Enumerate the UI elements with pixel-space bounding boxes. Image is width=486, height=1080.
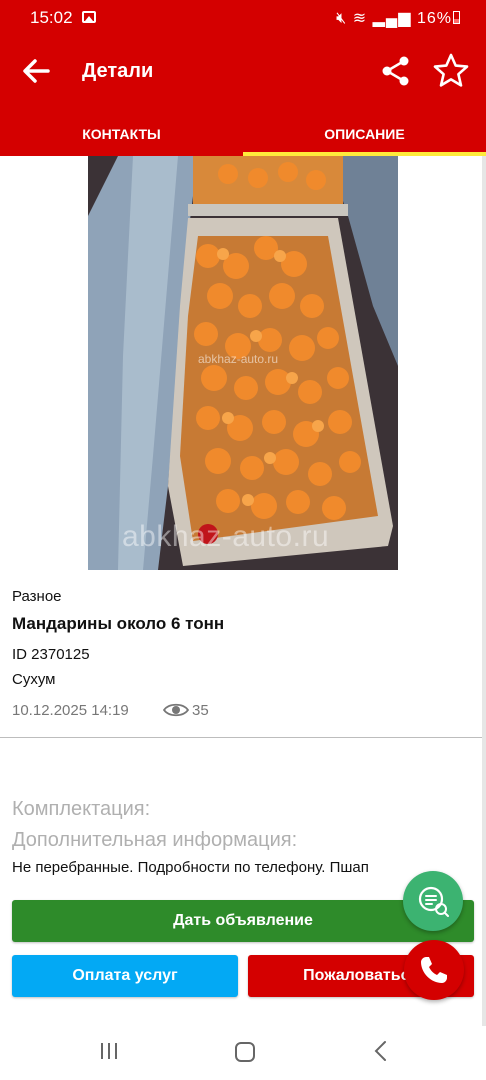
photo-watermark: abkhaz-auto.ru: [122, 520, 330, 553]
arrow-back-icon: [23, 59, 50, 83]
battery-percent: 16%: [416, 10, 452, 27]
chat-icon: [418, 886, 449, 917]
page-title: Детали: [82, 60, 154, 82]
extra-info-label: Дополнительная информация:: [12, 829, 298, 851]
listing-title: Мандарины около 6 тонн: [12, 614, 225, 633]
divider: [0, 737, 484, 738]
share-icon: [382, 56, 409, 86]
battery-icon: [453, 11, 460, 24]
equipment-label: Комплектация:: [12, 798, 151, 820]
home-icon[interactable]: [235, 1042, 255, 1062]
gallery-notification-icon: [82, 11, 96, 23]
listing-photo[interactable]: abkhaz-auto.ru abkhaz-auto.ru: [88, 156, 398, 570]
system-nav-bar: [0, 1026, 486, 1080]
nav-back-icon[interactable]: [372, 1040, 390, 1062]
chat-fab-button[interactable]: [403, 871, 463, 931]
status-time: 15:02: [30, 8, 73, 27]
share-button[interactable]: [380, 55, 412, 87]
listing-category: Разное: [12, 588, 62, 605]
view-count: 35: [192, 702, 209, 719]
recent-apps-icon[interactable]: [99, 1042, 119, 1060]
tab-bar: КОНТАКТЫ ОПИСАНИЕ: [0, 112, 486, 156]
listing-date: 10.12.2025 14:19: [12, 702, 129, 719]
eye-icon: [163, 703, 189, 717]
status-system-info: 🔇︎ ≋ ▂▄▆ 16%: [336, 8, 452, 28]
favorite-button[interactable]: [432, 52, 470, 90]
listing-city: Сухум: [12, 671, 56, 688]
wifi-icon: ≋: [352, 10, 368, 27]
pay-services-button[interactable]: Оплата услуг: [12, 955, 238, 997]
tab-description[interactable]: ОПИСАНИЕ: [243, 112, 486, 156]
app-bar: Детали КОНТАКТЫ ОПИСАНИЕ: [0, 36, 486, 156]
signal-icon: ▂▄▆: [372, 10, 412, 27]
call-fab-button[interactable]: [404, 940, 464, 1000]
back-button[interactable]: [18, 53, 54, 89]
photo-watermark-small: abkhaz-auto.ru: [198, 352, 279, 366]
status-bar: 15:02 🔇︎ ≋ ▂▄▆ 16%: [0, 0, 486, 36]
scrollbar[interactable]: [482, 156, 486, 1026]
listing-id: ID 2370125: [12, 646, 90, 663]
mute-icon: 🔇︎: [336, 10, 348, 27]
tab-contacts[interactable]: КОНТАКТЫ: [0, 112, 243, 156]
phone-icon: [421, 957, 447, 983]
extra-info-text: Не перебранные. Подробности по телефону.…: [12, 859, 369, 876]
star-outline-icon: [433, 53, 469, 87]
